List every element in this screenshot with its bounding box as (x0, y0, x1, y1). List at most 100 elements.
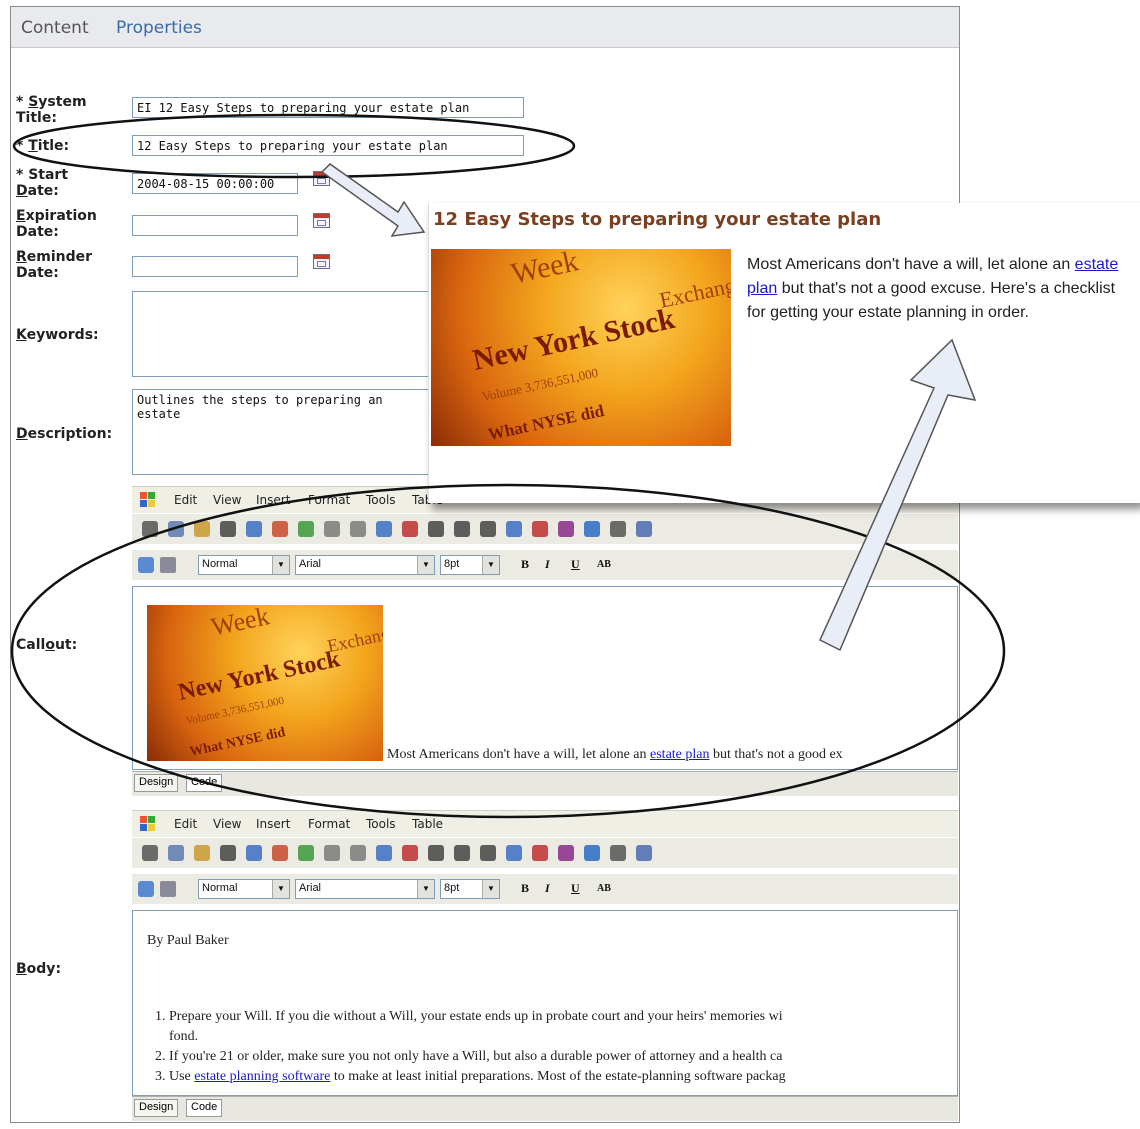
menu-insert[interactable]: Insert (256, 817, 290, 831)
abc-icon[interactable] (402, 845, 418, 861)
font-select[interactable]: Arial ▼ (295, 555, 435, 575)
spell-icon[interactable] (376, 845, 392, 861)
design-tab[interactable]: Design (134, 774, 179, 792)
preview-title: 12 Easy Steps to preparing your estate p… (433, 209, 882, 230)
callout-editor[interactable]: Week New York Stock Exchange Volume 3,73… (132, 586, 958, 770)
menu-view[interactable]: View (213, 817, 241, 831)
spell-icon[interactable] (376, 521, 392, 537)
design-tab[interactable]: Design (134, 1099, 179, 1117)
table-icon[interactable] (480, 845, 496, 861)
calendar-icon[interactable] (313, 171, 330, 186)
body-list: Prepare your Will. If you die without a … (133, 1007, 957, 1087)
redo-icon[interactable] (350, 845, 366, 861)
copy-icon[interactable] (168, 521, 184, 537)
replace-icon[interactable] (246, 845, 262, 861)
size-select[interactable]: 8pt ▼ (440, 879, 500, 899)
description-textarea[interactable]: Outlines the steps to preparing an estat… (132, 389, 432, 475)
menu-format[interactable]: Format (308, 817, 350, 831)
stock-exchange-image: Week New York Stock Exchange Volume 3,73… (147, 605, 383, 761)
menu-edit[interactable]: Edit (174, 817, 197, 831)
calendar-icon[interactable] (313, 213, 330, 228)
italic-button[interactable]: I (545, 557, 550, 572)
menu-insert[interactable]: Insert (256, 493, 290, 507)
undo-icon[interactable] (324, 845, 340, 861)
reminder-date-input[interactable] (132, 256, 298, 277)
chevron-down-icon: ▼ (272, 556, 289, 574)
size-select[interactable]: 8pt ▼ (440, 555, 500, 575)
estate-planning-software-link[interactable]: estate planning software (194, 1069, 330, 1084)
code-tab[interactable]: Code (186, 1099, 223, 1117)
hyperlink-icon[interactable] (584, 521, 600, 537)
redo-icon[interactable] (350, 521, 366, 537)
list-item: If you're 21 or older, make sure you not… (169, 1047, 957, 1067)
tab-properties[interactable]: Properties (116, 18, 202, 38)
hyperlink-icon[interactable] (584, 845, 600, 861)
anchor-icon[interactable] (532, 521, 548, 537)
undo-icon[interactable] (324, 521, 340, 537)
title-input[interactable] (132, 135, 524, 156)
menu-tools[interactable]: Tools (366, 817, 396, 831)
clean-icon[interactable] (272, 521, 288, 537)
replace-icon[interactable] (246, 521, 262, 537)
underline-button[interactable]: U (571, 557, 580, 572)
print-icon[interactable] (160, 881, 176, 897)
grid-icon[interactable] (636, 845, 652, 861)
preview-popup: 12 Easy Steps to preparing your estate p… (428, 203, 1140, 503)
find-icon[interactable] (220, 845, 236, 861)
rule-icon[interactable] (610, 845, 626, 861)
keywords-textarea[interactable] (132, 291, 432, 377)
italic-button[interactable]: I (545, 881, 550, 896)
underline-button[interactable]: U (571, 881, 580, 896)
abc-icon[interactable] (402, 521, 418, 537)
body-toolbar-2: Normal ▼ Arial ▼ 8pt ▼ B I U AB (132, 874, 958, 904)
comment-icon[interactable] (138, 557, 154, 573)
body-author: By Paul Baker (147, 933, 229, 948)
cut-icon[interactable] (142, 845, 158, 861)
link-icon[interactable] (506, 521, 522, 537)
clean-icon[interactable] (272, 845, 288, 861)
grid-icon[interactable] (636, 521, 652, 537)
expiration-date-input[interactable] (132, 215, 298, 236)
font-select[interactable]: Arial ▼ (295, 879, 435, 899)
bold-button[interactable]: B (521, 557, 529, 572)
menu-table[interactable]: Table (412, 817, 443, 831)
chevron-down-icon: ▼ (417, 556, 434, 574)
calendar-icon[interactable] (313, 254, 330, 269)
web-icon[interactable] (428, 521, 444, 537)
print-icon[interactable] (160, 557, 176, 573)
code-tab[interactable]: Code (186, 774, 223, 792)
estate-plan-link[interactable]: estate plan (650, 747, 709, 762)
menu-view[interactable]: View (213, 493, 241, 507)
anchor-icon[interactable] (532, 845, 548, 861)
menu-edit[interactable]: Edit (174, 493, 197, 507)
find-icon[interactable] (220, 521, 236, 537)
caps-button[interactable]: AB (597, 559, 611, 570)
tab-content[interactable]: Content (21, 18, 89, 38)
comment-icon[interactable] (138, 881, 154, 897)
system-title-label: * System Title: (16, 94, 87, 126)
menu-format[interactable]: Format (308, 493, 350, 507)
menu-tools[interactable]: Tools (366, 493, 396, 507)
body-menubar: Edit View Insert Format Tools Table (132, 810, 958, 837)
table-icon[interactable] (480, 521, 496, 537)
paste-icon[interactable] (194, 521, 210, 537)
image-icon[interactable] (454, 845, 470, 861)
cut-icon[interactable] (142, 521, 158, 537)
format-icon[interactable] (298, 521, 314, 537)
book-icon[interactable] (558, 845, 574, 861)
caps-button[interactable]: AB (597, 883, 611, 894)
system-title-input[interactable] (132, 97, 524, 118)
format-icon[interactable] (298, 845, 314, 861)
copy-icon[interactable] (168, 845, 184, 861)
style-select[interactable]: Normal ▼ (198, 879, 290, 899)
book-icon[interactable] (558, 521, 574, 537)
body-editor[interactable]: By Paul Baker Prepare your Will. If you … (132, 910, 958, 1096)
web-icon[interactable] (428, 845, 444, 861)
rule-icon[interactable] (610, 521, 626, 537)
start-date-input[interactable] (132, 173, 298, 194)
paste-icon[interactable] (194, 845, 210, 861)
style-select[interactable]: Normal ▼ (198, 555, 290, 575)
link-icon[interactable] (506, 845, 522, 861)
bold-button[interactable]: B (521, 881, 529, 896)
image-icon[interactable] (454, 521, 470, 537)
